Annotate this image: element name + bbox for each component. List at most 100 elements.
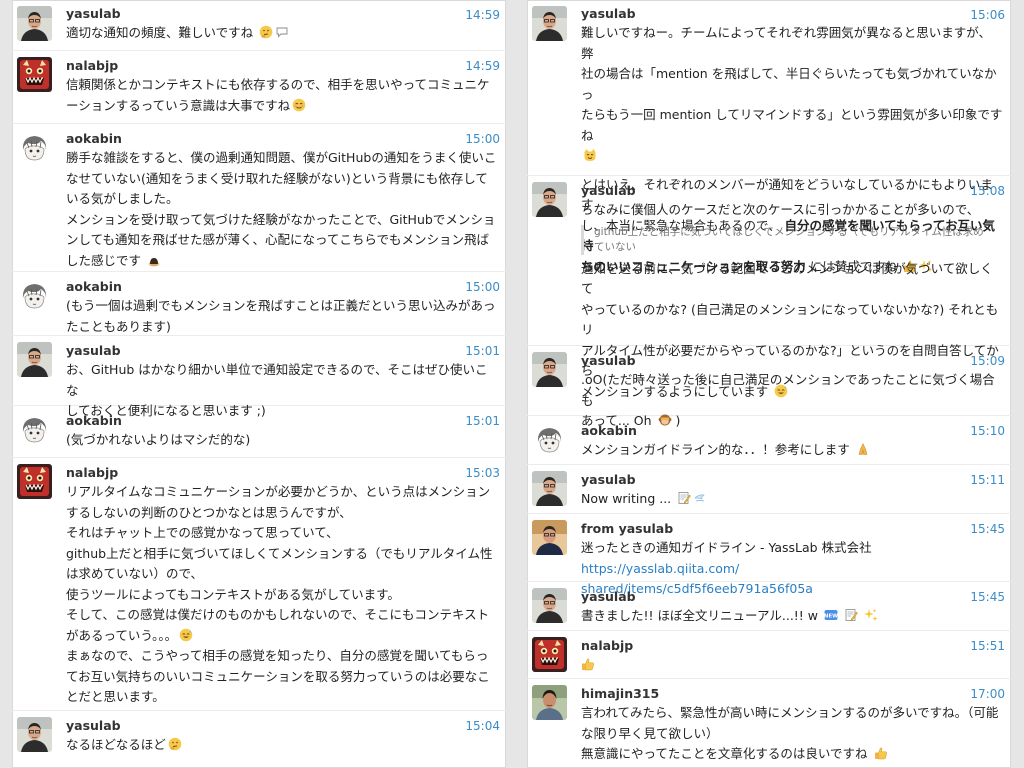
- message-body: 勝手な雑談をすると、僕の過剰通知問題、僕がGitHubの通知をうまく使いこ なせ…: [66, 148, 498, 271]
- message-line: は求めていない）ので、: [66, 566, 204, 581]
- message-line: メンションを受け取って気づけた経験がなかったことで、GitHubでメンショ: [66, 211, 496, 227]
- message-line: 通知を送る前に、気づける範囲で「このメンションは僕が気づいて欲しくて: [581, 260, 993, 297]
- folded-hands-icon: [856, 442, 870, 456]
- relieved-face-icon: [292, 98, 306, 112]
- message-author[interactable]: nalabjp: [66, 57, 498, 75]
- message-timestamp[interactable]: 15:09: [970, 352, 1005, 370]
- message-author[interactable]: yasulab: [581, 182, 1003, 200]
- avatar-nalabjp[interactable]: [17, 57, 52, 92]
- avatar-aokabin[interactable]: [17, 278, 52, 313]
- message-author[interactable]: yasulab: [66, 717, 498, 735]
- message: aokabin 15:00 (もう一個は過剰でもメンションを飛ばすことは正義だと…: [12, 272, 506, 336]
- thinking-face-icon: [259, 25, 273, 39]
- message: yasulab 15:08 ちなみに僕個人のケースだと次のケースに引っかかること…: [527, 176, 1011, 399]
- message-author[interactable]: from yasulab: [581, 520, 1003, 538]
- avatar-yasulab[interactable]: [532, 471, 567, 506]
- avatar-yasulab[interactable]: [532, 182, 567, 217]
- avatar-nalabjp[interactable]: [17, 464, 52, 499]
- quoted-text: github上だと相手に気づいてほしくてメンションする（でもリアルタイム性は求め…: [581, 224, 1003, 255]
- message-timestamp[interactable]: 15:01: [465, 412, 500, 430]
- avatar-yasulab[interactable]: [17, 342, 52, 377]
- message-timestamp[interactable]: 14:59: [465, 57, 500, 75]
- message-line: (気づかれないよりはマシだ的な): [66, 432, 251, 447]
- message-author[interactable]: yasulab: [581, 471, 1003, 489]
- avatar-from-yasulab[interactable]: [532, 520, 567, 555]
- message-author[interactable]: himajin315: [581, 685, 1003, 703]
- message: nalabjp 15:03 リアルタイムなコミュニケーションが必要かどうか、とい…: [12, 458, 506, 711]
- message-timestamp[interactable]: 15:04: [465, 717, 500, 735]
- message-line: 社の場合は「mention を飛ばして、半日ぐらいたっても気づかれていなかっ: [581, 66, 997, 102]
- message-author[interactable]: nalabjp: [66, 464, 498, 482]
- message: yasulab 15:04 なるほどなるほど: [12, 711, 506, 768]
- message-timestamp[interactable]: 15:00: [465, 278, 500, 296]
- message-timestamp[interactable]: 15:45: [970, 520, 1005, 538]
- message: yasulab 15:01 お、GitHub はかなり細かい単位で通知設定できる…: [12, 336, 506, 418]
- speech-bubble-icon: [275, 25, 289, 39]
- message-timestamp[interactable]: 15:11: [970, 471, 1005, 489]
- message-author[interactable]: aokabin: [66, 412, 498, 430]
- avatar-aokabin[interactable]: [17, 412, 52, 447]
- message-line: リアルタイムなコミュニケーションが必要かどうか、という点はメンション: [66, 484, 491, 499]
- message-line: いる気がしました。: [66, 191, 179, 206]
- message-line: まぁなので、こうやって相手の感覚を知ったり、自分の感覚を聞いてもらっ: [66, 648, 489, 663]
- chat-panel-left[interactable]: yasulab 14:59 適切な通知の頻度、難しいですね nalabjp 14…: [12, 0, 506, 768]
- message: aokabin 15:00 勝手な雑談をすると、僕の過剰通知問題、僕がGitHu…: [12, 124, 506, 272]
- message-timestamp[interactable]: 15:45: [970, 588, 1005, 606]
- message-body: リアルタイムなコミュニケーションが必要かどうか、という点はメンション するしない…: [66, 482, 498, 708]
- message-line: とだと思います。: [66, 689, 165, 704]
- message-author[interactable]: yasulab: [581, 5, 1003, 23]
- message-author[interactable]: nalabjp: [581, 637, 1003, 655]
- message-timestamp[interactable]: 15:51: [970, 637, 1005, 655]
- avatar-nalabjp[interactable]: [532, 637, 567, 672]
- message-line: github上だと相手に気づいてほしくてメンションする（でもリアルタイム性: [66, 545, 493, 561]
- message-timestamp[interactable]: 15:10: [970, 422, 1005, 440]
- avatar-himajin315[interactable]: [532, 685, 567, 720]
- avatar-yasulab[interactable]: [17, 717, 52, 752]
- message-line: 書きました!! ほぼ全文リニューアル...!! w: [581, 608, 819, 623]
- message-timestamp[interactable]: 15:08: [970, 182, 1005, 200]
- avatar-yasulab[interactable]: [532, 352, 567, 387]
- avatar-aokabin[interactable]: [532, 422, 567, 457]
- message-line: たらもう一回 mention してリマインドする」という雰囲気が多い印象ですね: [581, 107, 1003, 143]
- message-timestamp[interactable]: 17:00: [970, 685, 1005, 703]
- message: himajin315 17:00 言われてみたら、緊急性が高い時にメンションする…: [527, 679, 1011, 768]
- avatar-yasulab[interactable]: [17, 6, 52, 41]
- message-timestamp[interactable]: 15:01: [465, 342, 500, 360]
- message-line: 言われてみたら、緊急性が高い時にメンションするのが多いですね。（可能: [581, 705, 999, 720]
- message-line: 難しいですねー。チームによってそれぞれ雰囲気が異なると思いますが、弊: [581, 25, 992, 61]
- thinking-face-icon: [168, 737, 182, 751]
- avatar-yasulab[interactable]: [532, 588, 567, 623]
- message-line: やっているのかな? (自己満足のメンションになっていないかな?) それともリ: [581, 301, 999, 338]
- sparkles-icon: [864, 608, 878, 622]
- message: aokabin 15:01 (気づかれないよりはマシだ的な): [12, 406, 506, 458]
- chat-panel-right[interactable]: yasulab 15:06 難しいですねー。チームによってそれぞれ雰囲気が異なる…: [527, 0, 1011, 768]
- message-line: それはチャット上での感覚かなって思っていて、: [66, 525, 339, 540]
- message-timestamp[interactable]: 14:59: [465, 6, 500, 24]
- message: from yasulab 15:45 迷ったときの通知ガイドライン - Yass…: [527, 514, 1011, 596]
- message-author[interactable]: yasulab: [581, 352, 1003, 370]
- message-timestamp[interactable]: 15:00: [465, 130, 500, 148]
- message-body: 適切な通知の頻度、難しいですね: [66, 23, 498, 44]
- message-line: .oO(ただ時々送った後に自己満足のメンションであったことに気づく場合も: [581, 372, 995, 408]
- message-line: 信頼関係とかコンテキストにも依存するので、相手を思いやってコミュニケ: [66, 77, 490, 92]
- message-line: (もう一個は過剰でもメンションを飛ばすことは正義だという思い込みがあっ: [66, 298, 496, 313]
- message-author[interactable]: yasulab: [581, 588, 1003, 606]
- message-line: てお互い気持ちのいいコミュニケーションを取る努力っていうのは必要なこ: [66, 668, 490, 684]
- qiita-link[interactable]: https://yasslab.qiita.com/: [581, 561, 739, 576]
- avatar-yasulab[interactable]: [532, 6, 567, 41]
- message-body: (もう一個は過剰でもメンションを飛ばすことは正義だという思い込みがあっ たことも…: [66, 296, 498, 337]
- thumbs-up-icon: [874, 746, 888, 760]
- message: nalabjp 14:59 信頼関係とかコンテキストにも依存するので、相手を思い…: [12, 51, 506, 124]
- message-author[interactable]: yasulab: [66, 342, 498, 360]
- message-author[interactable]: yasulab: [66, 5, 498, 23]
- message-body: (気づかれないよりはマシだ的な): [66, 430, 498, 451]
- message-timestamp[interactable]: 15:03: [465, 464, 500, 482]
- avatar-aokabin[interactable]: [17, 130, 52, 165]
- message-author[interactable]: aokabin: [66, 278, 498, 296]
- message-author[interactable]: aokabin: [66, 130, 498, 148]
- message-author[interactable]: aokabin: [581, 422, 1003, 440]
- message-timestamp[interactable]: 15:06: [970, 6, 1005, 24]
- message-line: メンションガイドライン的な．．！参考にします: [581, 442, 850, 457]
- message: yasulab 15:09 .oO(ただ時々送った後に自己満足のメンションであっ…: [527, 346, 1011, 428]
- message-text: 迷ったときの通知ガイドライン - YassLab 株式会社: [581, 540, 872, 555]
